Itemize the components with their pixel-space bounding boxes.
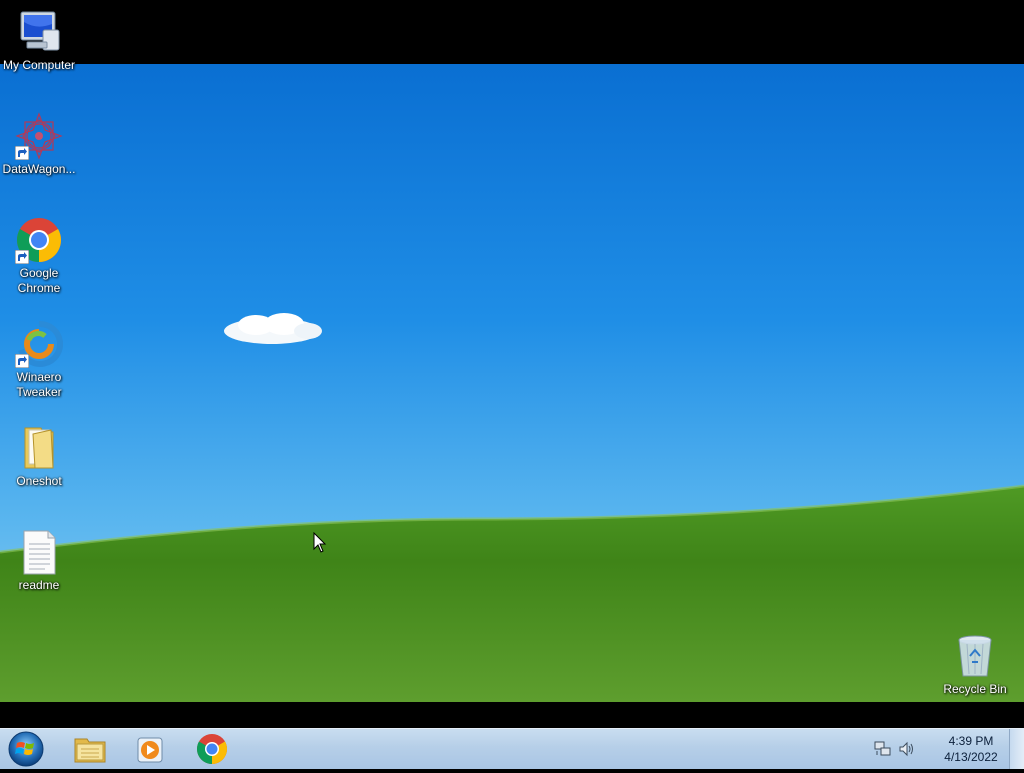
- desktop-icon-my-computer[interactable]: My Computer: [0, 8, 78, 73]
- grass-hill: [0, 484, 1024, 702]
- text-file-icon: [15, 528, 63, 576]
- screen-band: [0, 702, 1024, 728]
- file-explorer-icon: [74, 738, 106, 763]
- chrome-icon: [196, 734, 228, 764]
- datawagon-icon: [15, 112, 63, 160]
- desktop-icon-recycle-bin[interactable]: Recycle Bin: [936, 632, 1014, 697]
- desktop-icon-label: Google Chrome: [17, 266, 61, 295]
- shortcut-arrow-icon: [15, 146, 29, 160]
- shortcut-arrow-icon: [15, 250, 29, 264]
- start-button[interactable]: [4, 730, 48, 768]
- computer-icon: [15, 8, 63, 56]
- show-desktop-button[interactable]: [1009, 729, 1024, 769]
- cloud: [224, 313, 322, 344]
- media-player-icon: [137, 737, 163, 763]
- mouse-cursor-icon: [313, 532, 327, 553]
- chrome-icon: [15, 216, 63, 264]
- desktop-icon-datawagon[interactable]: DataWagon...: [0, 112, 78, 177]
- desktop-icon-label: Recycle Bin: [943, 682, 1007, 696]
- desktop-icon-label: Oneshot: [16, 474, 62, 488]
- desktop-icon-label: My Computer: [2, 58, 76, 72]
- taskbar-chrome-button[interactable]: [184, 731, 240, 767]
- taskbar-media-player-button[interactable]: [122, 731, 178, 767]
- desktop[interactable]: My Computer DataWagon... Google Chrome W…: [0, 0, 1024, 728]
- taskbar: 4:39 PM 4/13/2022: [0, 728, 1024, 769]
- windows-start-icon: [8, 731, 44, 767]
- taskbar-clock[interactable]: 4:39 PM 4/13/2022: [940, 733, 1002, 765]
- desktop-icon-google-chrome[interactable]: Google Chrome: [0, 216, 78, 296]
- winaero-icon: [15, 320, 64, 368]
- desktop-icon-readme[interactable]: readme: [0, 528, 78, 593]
- wallpaper: [0, 64, 1024, 702]
- desktop-icon-winaero-tweaker[interactable]: Winaero Tweaker: [0, 320, 78, 400]
- desktop-icon-label: DataWagon...: [2, 162, 76, 176]
- desktop-icon-label: readme: [18, 578, 60, 592]
- taskbar-file-explorer-button[interactable]: [62, 731, 118, 767]
- volume-icon[interactable]: [898, 741, 916, 757]
- network-icon[interactable]: [874, 741, 892, 757]
- desktop-icon-label: Winaero Tweaker: [16, 370, 62, 399]
- folder-icon: [15, 424, 63, 472]
- recycle-bin-icon: [951, 632, 999, 680]
- clock-time: 4:39 PM: [948, 734, 994, 748]
- shortcut-arrow-icon: [15, 354, 29, 368]
- desktop-icon-oneshot[interactable]: Oneshot: [0, 424, 78, 489]
- clock-date: 4/13/2022: [944, 750, 998, 764]
